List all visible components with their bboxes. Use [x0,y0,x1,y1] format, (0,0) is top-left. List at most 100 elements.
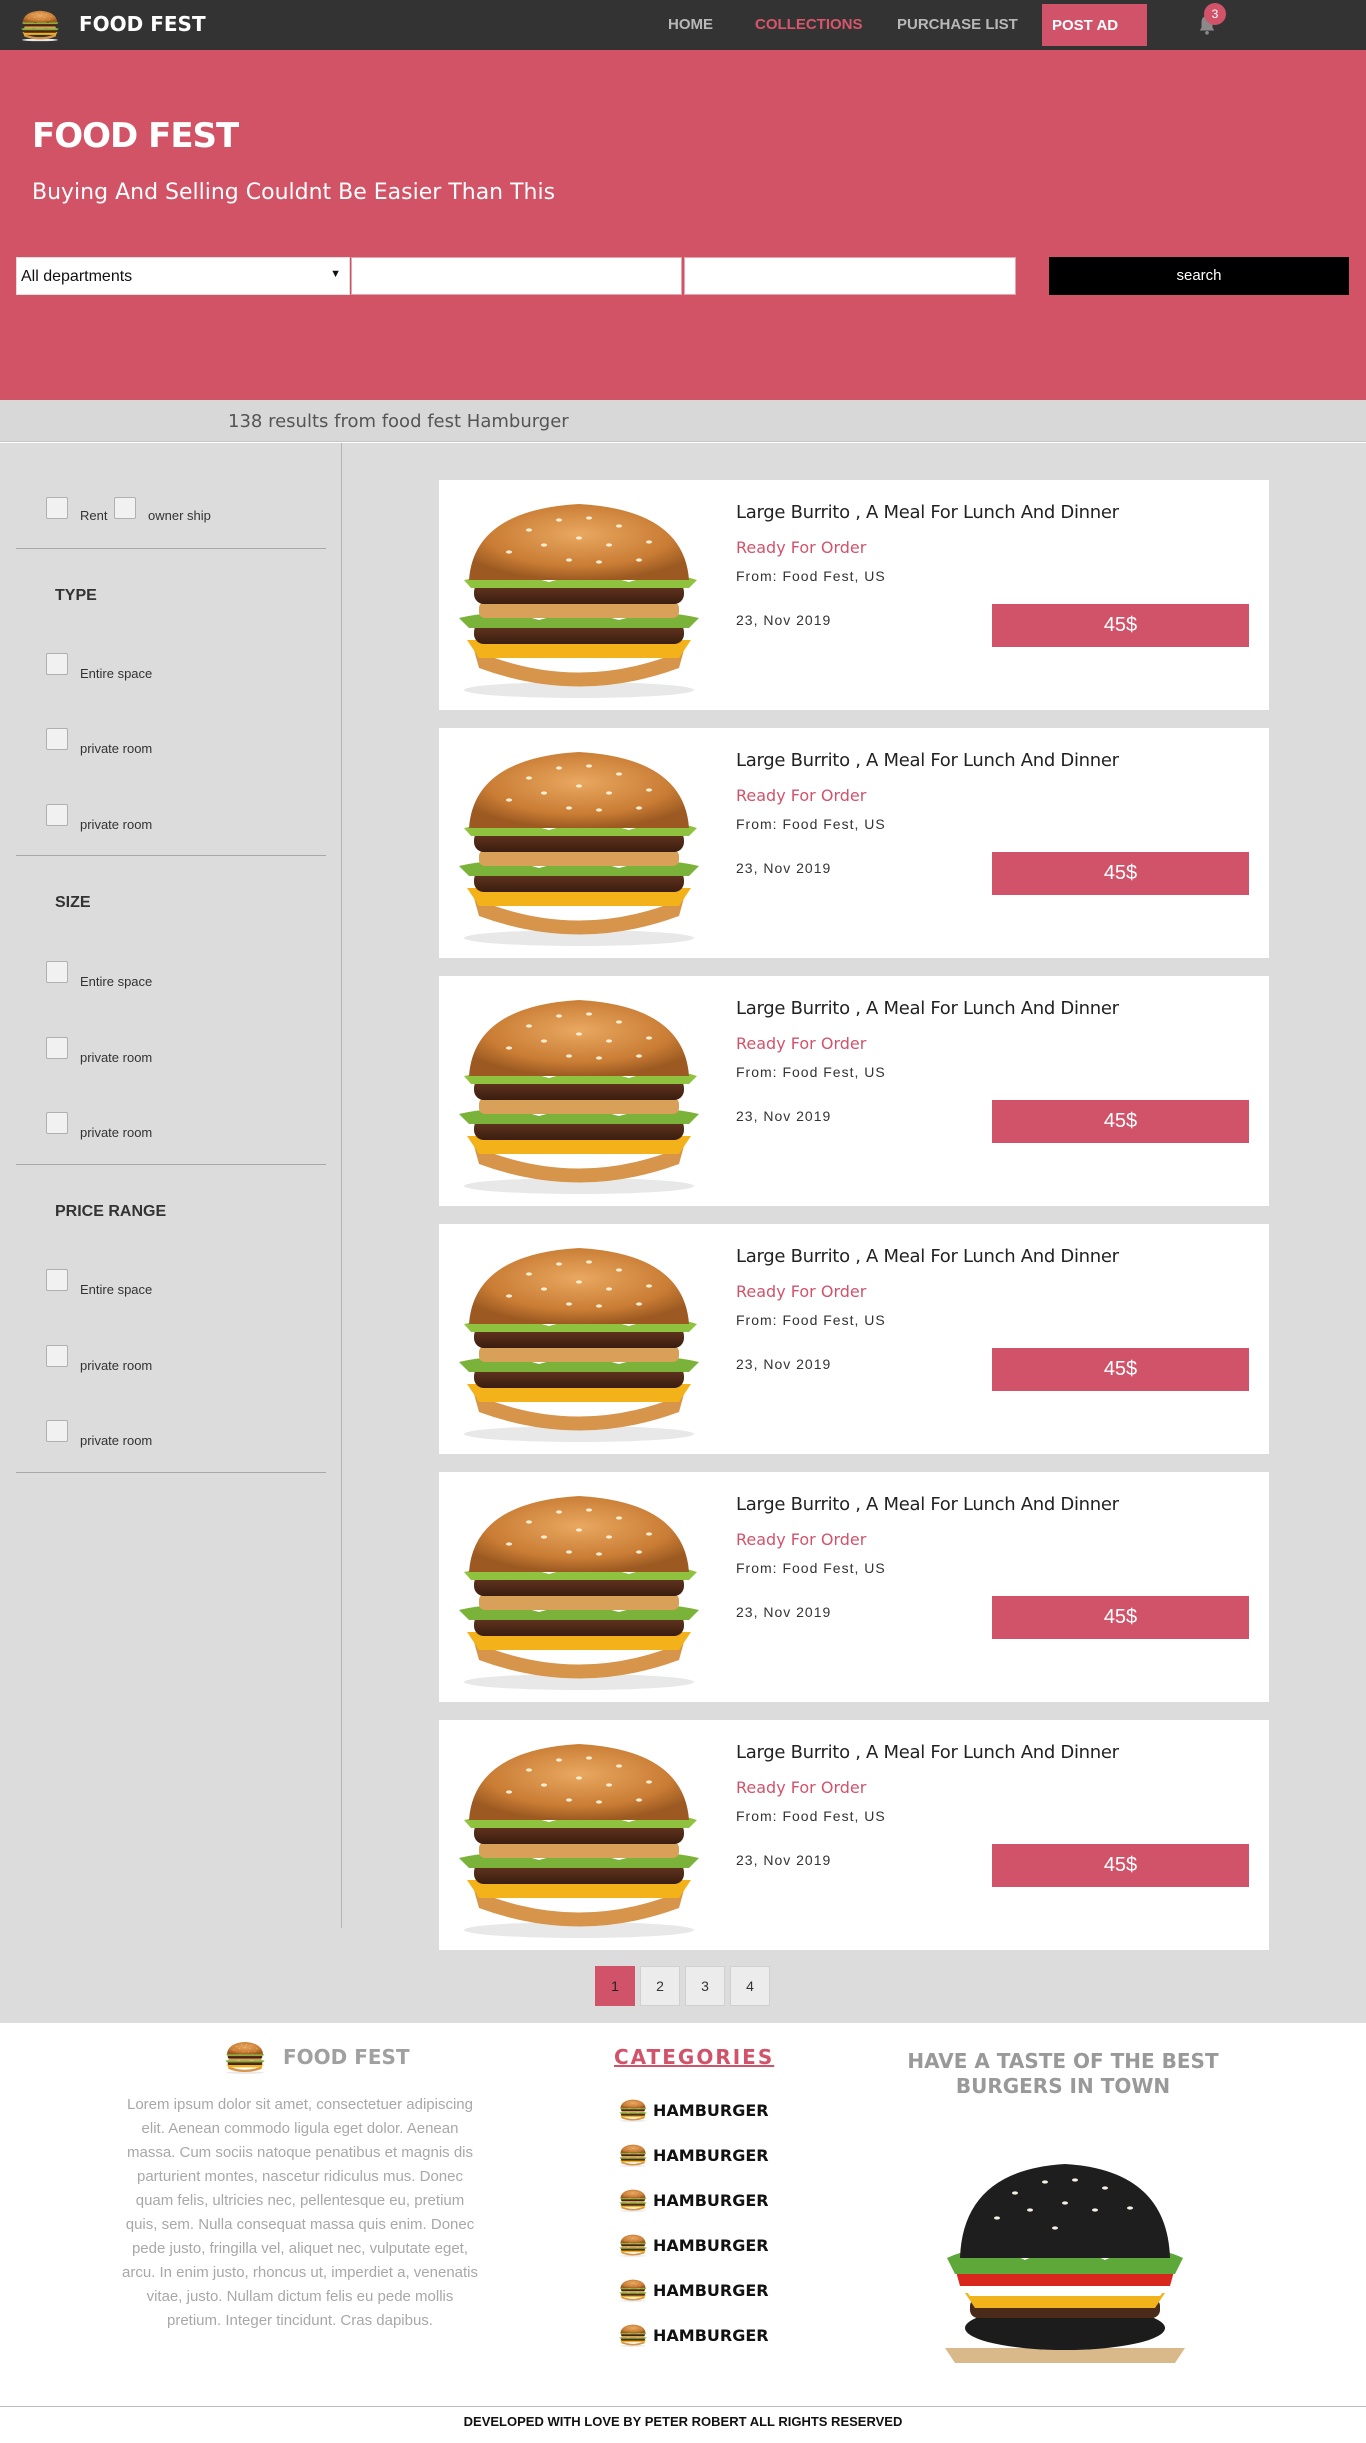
price-button[interactable]: 45$ [992,1596,1249,1639]
category-label[interactable]: HAMBURGER [653,2281,769,2300]
listing-date: 23, Nov 2019 [736,1604,832,1620]
filter-divider [16,548,326,549]
price-button[interactable]: 45$ [992,852,1249,895]
type-option-label: private room [80,817,153,832]
search-button[interactable]: search [1049,257,1349,295]
type-section-title: TYPE [55,587,97,604]
listing-card[interactable]: Large Burrito , A Meal For Lunch And Din… [439,1472,1269,1702]
price-button[interactable]: 45$ [992,1348,1249,1391]
listing-title[interactable]: Large Burrito , A Meal For Lunch And Din… [736,998,1119,1019]
category-label[interactable]: HAMBURGER [653,2236,769,2255]
type-option-checkbox[interactable] [46,804,68,826]
filter-divider [16,1472,326,1473]
type-option-checkbox[interactable] [46,728,68,750]
size-option-checkbox[interactable] [46,961,68,983]
post-ad-button[interactable]: POST AD [1042,4,1147,46]
listing-card[interactable]: Large Burrito , A Meal For Lunch And Din… [439,1720,1269,1950]
burger-image[interactable] [439,1482,719,1692]
category-label[interactable]: HAMBURGER [653,2146,769,2165]
rent-checkbox[interactable] [46,497,68,519]
filter-divider [16,855,326,856]
listing-title[interactable]: Large Burrito , A Meal For Lunch And Din… [736,502,1119,523]
top-navbar: FOOD FEST HOME COLLECTIONS PURCHASE LIST… [0,0,1366,50]
size-option-checkbox[interactable] [46,1112,68,1134]
promo-heading: HAVE A TASTE OF THE BEST BURGERS IN TOWN [907,2049,1219,2098]
results-summary-bar: 138 results from food fest Hamburger [0,400,1366,442]
nav-collections[interactable]: COLLECTIONS [755,16,863,33]
listing-card[interactable]: Large Burrito , A Meal For Lunch And Din… [439,480,1269,710]
categories-title: CATEGORIES [614,2045,775,2069]
burger-icon [619,2234,647,2257]
price-button[interactable]: 45$ [992,604,1249,647]
listing-origin: From: Food Fest, US [736,1312,886,1328]
hero-banner: FOOD FEST Buying And Selling Couldnt Be … [0,50,1366,400]
listing-date: 23, Nov 2019 [736,1852,832,1868]
price-option-label: private room [80,1433,153,1448]
price-button[interactable]: 45$ [992,1100,1249,1143]
burger-icon [619,2324,647,2347]
listing-origin: From: Food Fest, US [736,568,886,584]
listing-title[interactable]: Large Burrito , A Meal For Lunch And Din… [736,1742,1119,1763]
listing-origin: From: Food Fest, US [736,1560,886,1576]
category-label[interactable]: HAMBURGER [653,2101,769,2120]
price-option-checkbox[interactable] [46,1345,68,1367]
burger-icon [619,2279,647,2302]
page-4-button[interactable]: 4 [730,1966,770,2006]
listing-date: 23, Nov 2019 [736,1356,832,1372]
department-select[interactable]: All departments ▼ [16,257,350,295]
category-label[interactable]: HAMBURGER [653,2326,769,2345]
search-location-input[interactable] [684,257,1016,295]
ownership-label: owner ship [148,508,211,523]
ownership-checkbox[interactable] [114,497,136,519]
main-content: Rent owner ship TYPE Entire space privat… [0,443,1366,2023]
black-burger-image [945,2164,1185,2363]
size-option-checkbox[interactable] [46,1037,68,1059]
page-1-button[interactable]: 1 [595,1966,635,2006]
price-option-label: private room [80,1358,153,1373]
listing-card[interactable]: Large Burrito , A Meal For Lunch And Din… [439,728,1269,958]
nav-home[interactable]: HOME [668,16,713,33]
page-3-button[interactable]: 3 [685,1966,725,2006]
price-option-checkbox[interactable] [46,1269,68,1291]
results-summary: 138 results from food fest Hamburger [228,411,569,432]
listing-card[interactable]: Large Burrito , A Meal For Lunch And Din… [439,1224,1269,1454]
listing-status: Ready For Order [736,538,867,557]
type-option-label: private room [80,741,153,756]
department-select-value: All departments [21,268,133,285]
search-keyword-input[interactable] [351,257,682,295]
notification-badge: 3 [1204,3,1226,25]
burger-image[interactable] [439,738,719,948]
listing-card[interactable]: Large Burrito , A Meal For Lunch And Din… [439,976,1269,1206]
listing-origin: From: Food Fest, US [736,1808,886,1824]
listing-origin: From: Food Fest, US [736,816,886,832]
listing-date: 23, Nov 2019 [736,1108,832,1124]
burger-image[interactable] [439,1234,719,1444]
filter-divider [16,1164,326,1165]
category-label[interactable]: HAMBURGER [653,2191,769,2210]
price-option-checkbox[interactable] [46,1420,68,1442]
listing-title[interactable]: Large Burrito , A Meal For Lunch And Din… [736,1246,1119,1267]
type-option-checkbox[interactable] [46,653,68,675]
burger-image[interactable] [439,1730,719,1940]
filter-sidebar: Rent owner ship TYPE Entire space privat… [0,443,342,1928]
size-option-label: Entire space [80,974,153,989]
page-2-button[interactable]: 2 [640,1966,680,2006]
listing-status: Ready For Order [736,786,867,805]
hero-title: FOOD FEST [32,116,239,156]
listing-title[interactable]: Large Burrito , A Meal For Lunch And Din… [736,750,1119,771]
burger-image[interactable] [439,986,719,1196]
burger-icon [619,2144,647,2167]
copyright-text: DEVELOPED WITH LOVE BY PETER ROBERT ALL … [463,2414,903,2429]
listing-title[interactable]: Large Burrito , A Meal For Lunch And Din… [736,1494,1119,1515]
burger-icon [619,2189,647,2212]
listing-date: 23, Nov 2019 [736,860,832,876]
size-option-label: private room [80,1050,153,1065]
brand-name[interactable]: FOOD FEST [79,12,206,36]
burger-logo-icon[interactable] [18,5,62,45]
nav-purchase-list[interactable]: PURCHASE LIST [897,16,1018,33]
price-button[interactable]: 45$ [992,1844,1249,1887]
hero-tagline: Buying And Selling Couldnt Be Easier Tha… [32,180,556,205]
footer: FOOD FEST Lorem ipsum dolor sit amet, co… [0,2023,1366,2443]
price-option-label: Entire space [80,1282,153,1297]
burger-image[interactable] [439,490,719,700]
